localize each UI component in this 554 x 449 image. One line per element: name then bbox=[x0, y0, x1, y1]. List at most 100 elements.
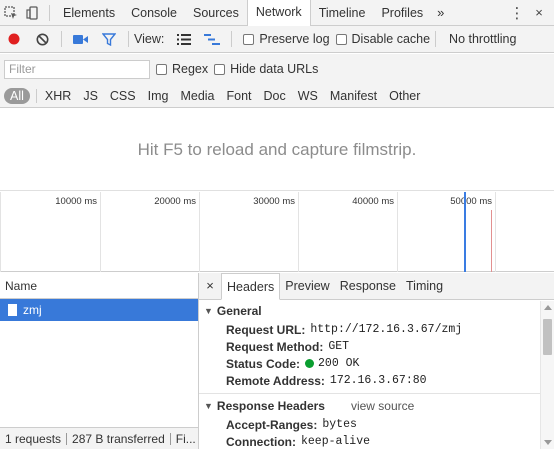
expand-triangle-icon[interactable]: ▼ bbox=[204, 306, 213, 316]
response-headers-title: Response Headers bbox=[216, 399, 325, 413]
type-filter-all[interactable]: All bbox=[4, 87, 30, 104]
request-count: 1 requests bbox=[5, 431, 62, 446]
request-method-label: Request Method: bbox=[226, 339, 324, 354]
request-url-value: http://172.16.3.67/zmj bbox=[310, 323, 463, 336]
checkbox-box[interactable] bbox=[243, 33, 255, 45]
finish-time: Fi... bbox=[175, 431, 196, 446]
request-method-value: GET bbox=[328, 340, 350, 353]
document-icon bbox=[8, 304, 17, 316]
tab-preview[interactable]: Preview bbox=[280, 273, 334, 299]
tick-label: 30000 ms bbox=[253, 196, 295, 207]
tab-timing[interactable]: Timing bbox=[401, 273, 448, 299]
remote-address-value: 172.16.3.67:80 bbox=[329, 374, 427, 387]
type-filter-js[interactable]: JS bbox=[77, 89, 104, 103]
filmstrip-placeholder: Hit F5 to reload and capture filmstrip. bbox=[0, 109, 554, 191]
tab-profiles[interactable]: Profiles bbox=[373, 0, 431, 26]
remote-address-label: Remote Address: bbox=[226, 373, 325, 388]
kebab-menu-icon[interactable]: ⋮ bbox=[506, 4, 528, 22]
tab-network[interactable]: Network bbox=[246, 0, 311, 26]
grid-line bbox=[495, 192, 496, 272]
hide-data-urls-label: Hide data URLs bbox=[230, 62, 319, 76]
separator bbox=[35, 88, 37, 103]
section-divider bbox=[199, 393, 540, 394]
disable-cache-checkbox[interactable]: Disable cache bbox=[335, 32, 431, 46]
response-headers-section-header[interactable]: ▼ Response Headers view source bbox=[199, 396, 540, 416]
regex-checkbox[interactable]: Regex bbox=[156, 62, 208, 76]
expand-triangle-icon[interactable]: ▼ bbox=[204, 401, 213, 411]
status-code-label: Status Code: bbox=[226, 356, 301, 371]
general-section-header[interactable]: ▼ General bbox=[199, 301, 540, 321]
separator bbox=[169, 432, 171, 445]
status-code-row: Status Code: 200 OK bbox=[199, 355, 540, 372]
filter-input[interactable] bbox=[4, 59, 150, 79]
checkbox-box[interactable] bbox=[335, 33, 347, 45]
filter-icon[interactable] bbox=[95, 26, 123, 53]
separator bbox=[128, 31, 129, 47]
request-url-row: Request URL: http://172.16.3.67/zmj bbox=[199, 321, 540, 338]
hide-data-urls-checkbox[interactable]: Hide data URLs bbox=[214, 62, 318, 76]
tick-label: 40000 ms bbox=[352, 196, 394, 207]
throttling-select[interactable]: No throttling bbox=[449, 32, 516, 46]
view-source-link[interactable]: view source bbox=[351, 399, 414, 413]
tab-response[interactable]: Response bbox=[335, 273, 401, 299]
large-rows-icon[interactable] bbox=[170, 26, 198, 53]
type-filter-doc[interactable]: Doc bbox=[258, 89, 292, 103]
more-tabs-icon[interactable]: » bbox=[431, 5, 450, 20]
disable-cache-label: Disable cache bbox=[351, 32, 431, 46]
separator bbox=[49, 4, 50, 21]
checkbox-box[interactable] bbox=[156, 63, 167, 75]
scroll-up-arrow-icon[interactable] bbox=[544, 305, 552, 310]
name-column-header[interactable]: Name bbox=[0, 273, 198, 299]
table-row[interactable]: zmj bbox=[0, 299, 198, 321]
separator bbox=[66, 432, 68, 445]
device-mode-icon[interactable] bbox=[22, 0, 44, 26]
headers-content: ▼ General Request URL: http://172.16.3.6… bbox=[199, 301, 540, 449]
request-list-panel: Name zmj 1 requests 287 B transferred Fi… bbox=[0, 273, 199, 449]
tab-elements[interactable]: Elements bbox=[55, 0, 123, 26]
tab-sources[interactable]: Sources bbox=[185, 0, 247, 26]
scroll-down-arrow-icon[interactable] bbox=[544, 440, 552, 445]
type-filter-css[interactable]: CSS bbox=[104, 89, 142, 103]
scrollbar-thumb[interactable] bbox=[543, 319, 552, 355]
separator bbox=[231, 31, 233, 47]
grid-line bbox=[100, 192, 101, 272]
tick-label: 20000 ms bbox=[154, 196, 196, 207]
view-label: View: bbox=[134, 32, 165, 46]
accept-ranges-row: Accept-Ranges: bytes bbox=[199, 416, 540, 433]
request-method-row: Request Method: GET bbox=[199, 338, 540, 355]
tab-console[interactable]: Console bbox=[123, 0, 185, 26]
checkbox-box[interactable] bbox=[214, 63, 226, 75]
type-filter-ws[interactable]: WS bbox=[292, 89, 324, 103]
clear-icon[interactable] bbox=[28, 26, 56, 53]
tab-headers[interactable]: Headers bbox=[221, 273, 281, 300]
status-code-value: 200 OK bbox=[318, 357, 360, 370]
separator bbox=[61, 31, 62, 47]
type-filter-other[interactable]: Other bbox=[383, 89, 426, 103]
connection-value: keep-alive bbox=[301, 435, 371, 448]
regex-label: Regex bbox=[172, 62, 209, 76]
timeline-overview[interactable]: 10000 ms 20000 ms 30000 ms 40000 ms 5000… bbox=[0, 192, 554, 272]
close-devtools-icon[interactable]: × bbox=[528, 5, 550, 20]
request-detail-panel: × Headers Preview Response Timing ▼ Gene… bbox=[199, 273, 554, 449]
filter-bar: Regex Hide data URLs bbox=[0, 54, 554, 84]
remote-address-row: Remote Address: 172.16.3.67:80 bbox=[199, 372, 540, 389]
dom-content-loaded-marker bbox=[464, 192, 466, 272]
request-url-label: Request URL: bbox=[226, 322, 306, 337]
status-ok-dot-icon bbox=[305, 359, 315, 368]
close-detail-icon[interactable]: × bbox=[199, 273, 221, 299]
type-filter-img[interactable]: Img bbox=[142, 89, 175, 103]
preserve-log-checkbox[interactable]: Preserve log bbox=[243, 32, 330, 46]
tab-timeline[interactable]: Timeline bbox=[311, 0, 374, 26]
type-filter-xhr[interactable]: XHR bbox=[39, 89, 77, 103]
grid-line bbox=[298, 192, 299, 272]
capture-screenshots-icon[interactable] bbox=[67, 26, 95, 53]
waterfall-overview-icon[interactable] bbox=[198, 26, 226, 53]
inspect-element-icon[interactable] bbox=[0, 0, 22, 26]
record-icon[interactable] bbox=[0, 26, 28, 53]
devtools-tab-bar: Elements Console Sources Network Timelin… bbox=[0, 0, 554, 26]
type-filter-font[interactable]: Font bbox=[221, 89, 258, 103]
vertical-scrollbar[interactable] bbox=[540, 301, 554, 449]
type-filter-manifest[interactable]: Manifest bbox=[324, 89, 383, 103]
general-title: General bbox=[216, 304, 262, 318]
type-filter-media[interactable]: Media bbox=[174, 89, 220, 103]
